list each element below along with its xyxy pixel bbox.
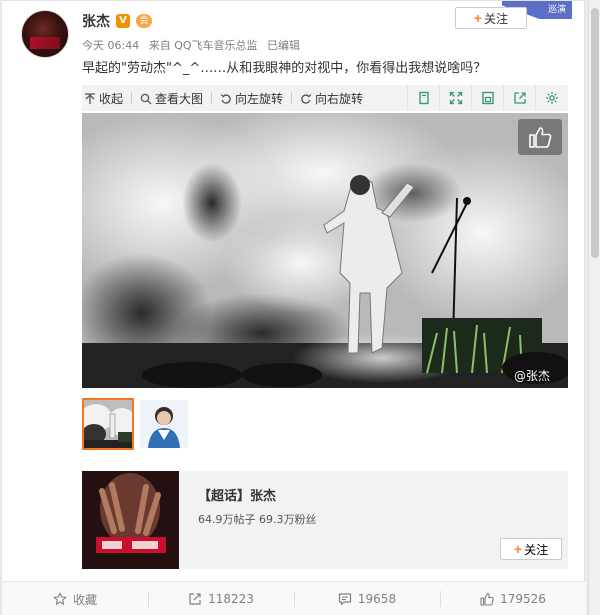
topic-stats: 64.9万帖子 69.3万粉丝 xyxy=(198,513,317,526)
thumbs-up-icon xyxy=(480,592,494,606)
media-icon-group xyxy=(407,85,568,111)
rotate-left-icon xyxy=(220,93,231,104)
verified-badge-icon[interactable]: V xyxy=(116,14,130,28)
collapse-icon xyxy=(85,92,95,104)
avatar[interactable] xyxy=(21,10,69,58)
follow-topic-label: 关注 xyxy=(524,542,549,557)
photo-thumbnail-selected[interactable] xyxy=(82,398,134,450)
thumbs-up-icon xyxy=(529,127,552,148)
toolbar-divider xyxy=(131,92,132,104)
save-icon xyxy=(481,91,494,105)
search-icon xyxy=(140,93,152,104)
like-button[interactable]: 179526 xyxy=(440,582,586,615)
edited-label[interactable]: 已编辑 xyxy=(267,39,300,52)
gear-icon xyxy=(545,92,558,104)
scrollbar-thumb[interactable] xyxy=(591,8,599,258)
expand-icon xyxy=(449,91,462,105)
repost-count: 118223 xyxy=(208,592,254,606)
comment-count: 19658 xyxy=(357,592,397,606)
post-time[interactable]: 今天 06:44 xyxy=(82,39,139,52)
star-icon xyxy=(53,592,67,605)
follow-button[interactable]: + 关注 xyxy=(455,7,527,29)
post-meta: 今天 06:44 来自 QQ飞车音乐总监 已编辑 xyxy=(82,37,306,53)
follow-label: 关注 xyxy=(484,11,509,26)
thumbnail-image xyxy=(140,400,188,448)
rotate-right-icon xyxy=(301,93,312,104)
rotate-left-button[interactable]: 向左旋转 xyxy=(220,90,283,107)
rotate-right-button[interactable]: 向右旋转 xyxy=(300,90,363,107)
action-bar: 收藏 118223 19658 179526 xyxy=(2,581,586,615)
favorite-button[interactable]: 收藏 xyxy=(2,582,148,615)
photo-thumbnail[interactable] xyxy=(140,400,188,448)
weibo-post-card: 巡演 张杰 V 会 + 关注 今天 06:44 来自 QQ飞车音乐总监 已编辑 … xyxy=(1,0,586,615)
share-icon xyxy=(513,92,526,104)
favorite-label: 收藏 xyxy=(72,592,97,607)
share-button[interactable] xyxy=(503,85,535,111)
fit-width-button[interactable] xyxy=(407,85,439,111)
topic-cover-art xyxy=(82,471,179,569)
username[interactable]: 张杰 xyxy=(82,11,110,31)
comment-button[interactable]: 19658 xyxy=(294,582,440,615)
collapse-label: 收起 xyxy=(99,92,124,106)
rotate-right-label: 向右旋转 xyxy=(315,92,364,106)
super-topic-card[interactable]: 【超话】张杰 64.9万帖子 69.3万粉丝 + 关注 xyxy=(82,471,568,569)
collapse-button[interactable]: 收起 xyxy=(84,90,123,107)
concert-photo xyxy=(82,113,568,388)
repost-button[interactable]: 118223 xyxy=(148,582,294,615)
plus-icon: + xyxy=(513,541,523,557)
vip-badge-icon[interactable]: 会 xyxy=(136,14,152,28)
photo-like-button[interactable] xyxy=(518,119,562,155)
post-text: 早起的"劳动杰"^_^……从和我眼神的对视中，你看得出我想说啥吗？ xyxy=(82,61,487,76)
topic-title[interactable]: 【超话】张杰 xyxy=(198,485,276,504)
user-row: 张杰 V 会 xyxy=(82,11,152,31)
vertical-scrollbar[interactable] xyxy=(588,0,600,615)
settings-button[interactable] xyxy=(535,85,567,111)
photo-watermark: @张杰 xyxy=(514,369,551,383)
thumbnail-image xyxy=(84,400,132,448)
rotate-left-label: 向左旋转 xyxy=(235,92,284,106)
post-source[interactable]: 来自 QQ飞车音乐总监 xyxy=(149,39,258,52)
fullscreen-button[interactable] xyxy=(439,85,471,111)
topic-cover-image[interactable] xyxy=(82,471,179,569)
toolbar-divider xyxy=(211,92,212,104)
repost-icon xyxy=(189,593,201,605)
follow-topic-button[interactable]: + 关注 xyxy=(500,538,562,560)
view-large-button[interactable]: 查看大图 xyxy=(140,90,203,107)
fit-width-icon xyxy=(418,91,429,105)
like-count: 179526 xyxy=(500,592,546,606)
comment-icon xyxy=(338,593,352,606)
post-photo[interactable]: @张杰 xyxy=(82,113,568,388)
plus-icon: + xyxy=(473,10,483,26)
view-large-label: 查看大图 xyxy=(155,92,204,106)
toolbar-divider xyxy=(291,92,292,104)
media-toolbar: 收起 查看大图 向左旋转 向右旋转 xyxy=(82,85,568,111)
save-image-button[interactable] xyxy=(471,85,503,111)
